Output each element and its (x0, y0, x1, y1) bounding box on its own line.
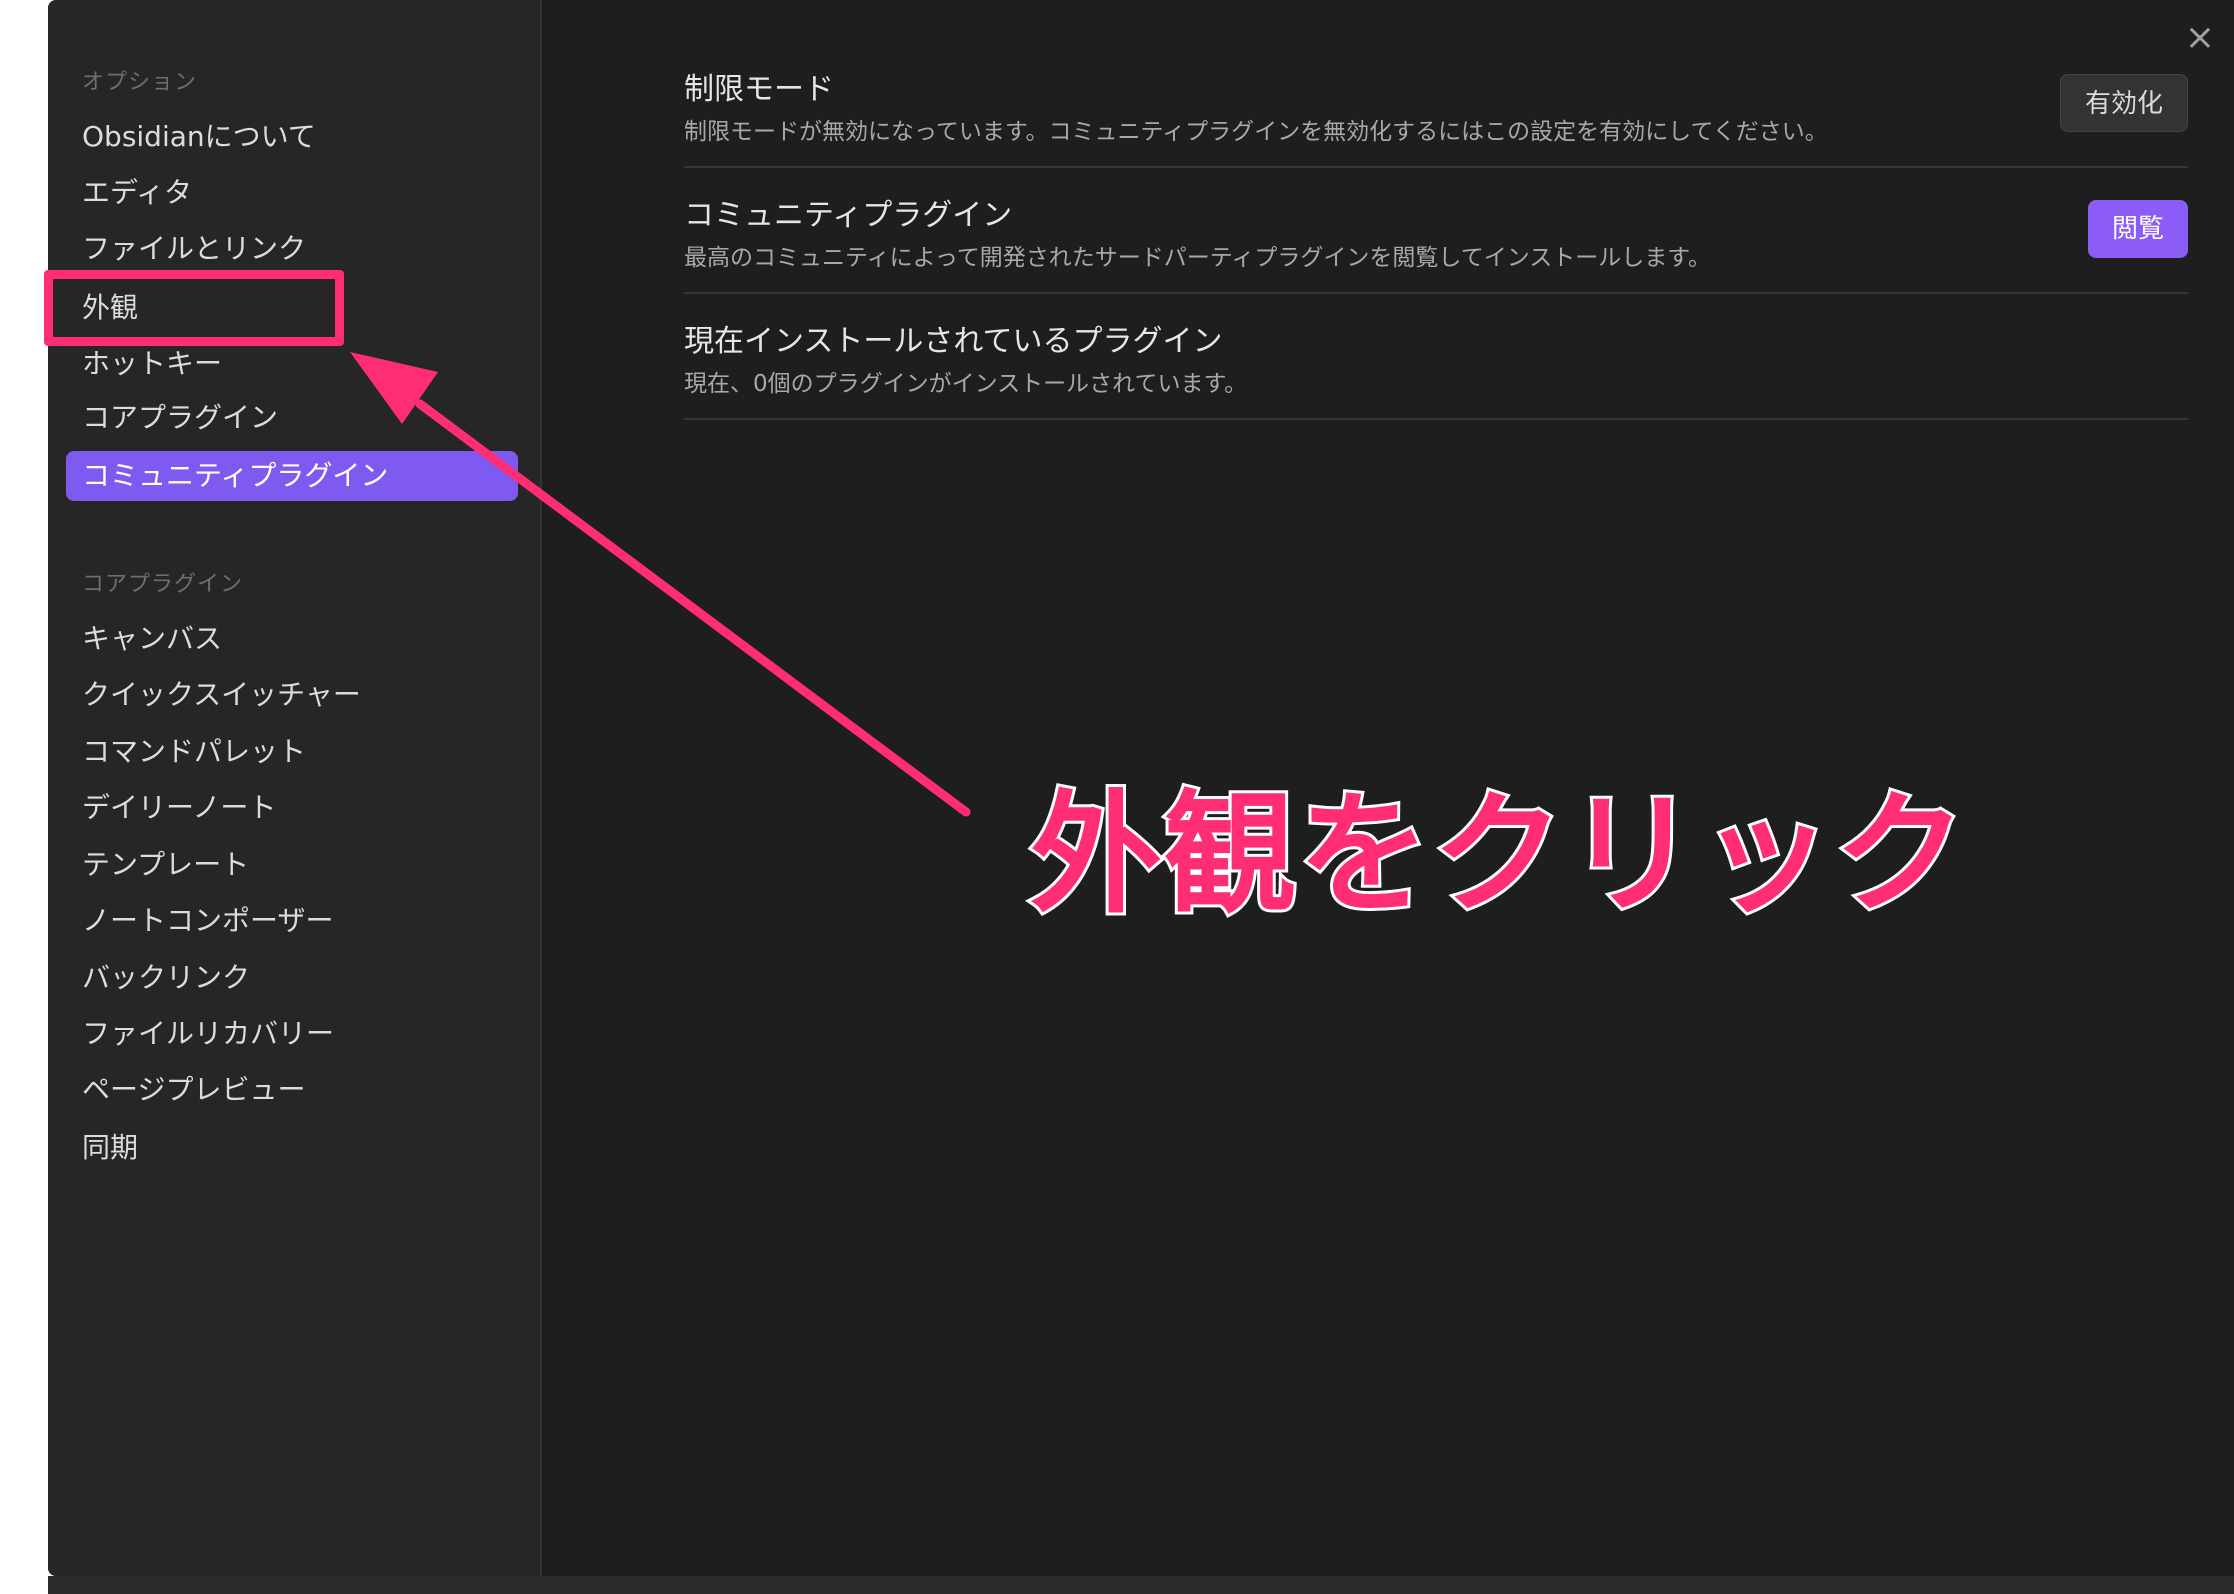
sidebar-item-about[interactable]: Obsidianについて (82, 112, 316, 162)
window-bottom-edge (48, 1576, 2234, 1594)
core-plugins-section-heading: コアプラグイン (82, 572, 244, 597)
sidebar-item-file-recovery[interactable]: ファイルリカバリー (82, 1009, 334, 1059)
sidebar-item-canvas[interactable]: キャンバス (82, 614, 222, 664)
setting-title: コミュニティプラグイン (684, 198, 1013, 233)
sidebar-item-editor[interactable]: エディタ (82, 168, 192, 218)
enable-restricted-mode-button[interactable]: 有効化 (2059, 74, 2188, 132)
setting-description: 現在、0個のプラグインがインストールされています。 (684, 371, 1248, 397)
setting-restricted-mode: 制限モード 制限モードが無効になっています。コミュニティプラグインを無効化するに… (684, 60, 2188, 168)
sidebar-item-note-composer[interactable]: ノートコンポーザー (82, 896, 333, 946)
sidebar-item-backlinks[interactable]: バックリンク (82, 953, 250, 1003)
close-icon[interactable]: × (2180, 18, 2220, 58)
setting-description: 最高のコミュニティによって開発されたサードパーティプラグインを閲覧してインストー… (684, 245, 1711, 271)
sidebar-item-quick-switcher[interactable]: クイックスイッチャー (82, 670, 361, 720)
sidebar-item-hotkeys[interactable]: ホットキー (82, 339, 222, 389)
sidebar-item-sync[interactable]: 同期 (82, 1123, 138, 1173)
browse-plugins-button[interactable]: 閲覧 (2087, 200, 2188, 258)
annotation-highlight-box (44, 270, 344, 346)
sidebar-item-templates[interactable]: テンプレート (82, 840, 249, 890)
sidebar-item-community-plugins[interactable]: コミュニティプラグイン (66, 451, 518, 501)
sidebar-item-core-plugins[interactable]: コアプラグイン (82, 393, 278, 443)
annotation-caption: 外観をクリック (1027, 775, 1969, 935)
sidebar-item-files-links[interactable]: ファイルとリンク (82, 224, 306, 274)
setting-title: 現在インストールされているプラグイン (684, 324, 1223, 359)
setting-community-plugins: コミュニティプラグイン 最高のコミュニティによって開発されたサードパーティプラグ… (684, 166, 2188, 294)
sidebar-item-daily-notes[interactable]: デイリーノート (82, 783, 276, 833)
setting-description: 制限モードが無効になっています。コミュニティプラグインを無効化するにはこの設定を… (684, 119, 1828, 145)
settings-sidebar: オプション Obsidianについて エディタ ファイルとリンク 外観 ホットキ… (48, 0, 542, 1576)
setting-title: 制限モード (684, 72, 834, 107)
sidebar-item-command-palette[interactable]: コマンドパレット (82, 727, 306, 777)
sidebar-item-page-preview[interactable]: ページプレビュー (82, 1065, 305, 1115)
options-section-heading: オプション (82, 70, 198, 95)
setting-installed-plugins: 現在インストールされているプラグイン 現在、0個のプラグインがインストールされて… (684, 292, 2188, 420)
